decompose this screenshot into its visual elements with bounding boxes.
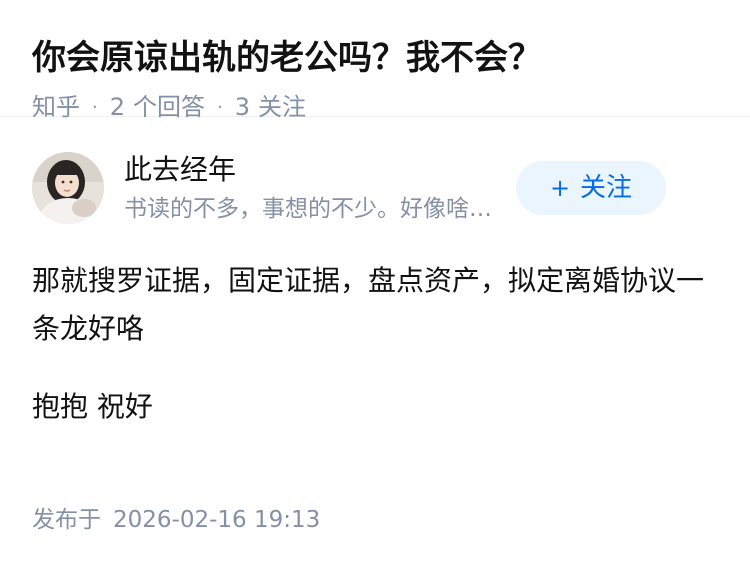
answer-card: 此去经年 书读的不多，事想的不少。好像啥… + 关注 那就搜罗证据，固定证据，盘点… xyxy=(0,152,750,431)
answer-content: 那就搜罗证据，固定证据，盘点资产，拟定离婚协议一条龙好咯 抱抱 祝好 xyxy=(32,257,718,431)
published-label: 发布于 xyxy=(32,507,101,533)
question-meta: 知乎 · 2 个回答 · 3 关注 xyxy=(32,90,718,125)
answer-count: 2 xyxy=(109,93,126,121)
answer-paragraph: 那就搜罗证据，固定证据，盘点资产，拟定离婚协议一条龙好咯 xyxy=(32,264,705,345)
author-bio: 书读的不多，事想的不少。好像啥… xyxy=(124,196,492,222)
answer-count-label[interactable]: 个回答 xyxy=(133,93,205,121)
author-name[interactable]: 此去经年 xyxy=(124,152,236,188)
avatar-photo-icon xyxy=(32,152,104,224)
follow-button[interactable]: + 关注 xyxy=(516,161,666,215)
author-avatar[interactable] xyxy=(32,152,104,224)
follow-button-label: 关注 xyxy=(580,173,633,203)
follower-count-label[interactable]: 关注 xyxy=(258,93,306,121)
plus-icon: + xyxy=(549,174,571,202)
source-label[interactable]: 知乎 xyxy=(32,93,80,121)
follower-count: 3 xyxy=(234,93,251,121)
meta-separator: · xyxy=(217,97,223,118)
answer-paragraph: 抱抱 祝好 xyxy=(32,390,153,423)
answer-page: 你会原谅出轨的老公吗？我不会？ 知乎 · 2 个回答 · 3 关注 此去经年 书… xyxy=(0,0,750,570)
question-title[interactable]: 你会原谅出轨的老公吗？我不会？ xyxy=(32,34,718,82)
answer-publish-info: 发布于 2026-02-16 19:13 xyxy=(32,504,320,536)
meta-separator: · xyxy=(92,97,98,118)
question-header: 你会原谅出轨的老公吗？我不会？ 知乎 · 2 个回答 · 3 关注 xyxy=(0,0,750,121)
published-time: 2026-02-16 19:13 xyxy=(113,507,321,533)
author-row: 此去经年 书读的不多，事想的不少。好像啥… + 关注 xyxy=(32,152,718,252)
